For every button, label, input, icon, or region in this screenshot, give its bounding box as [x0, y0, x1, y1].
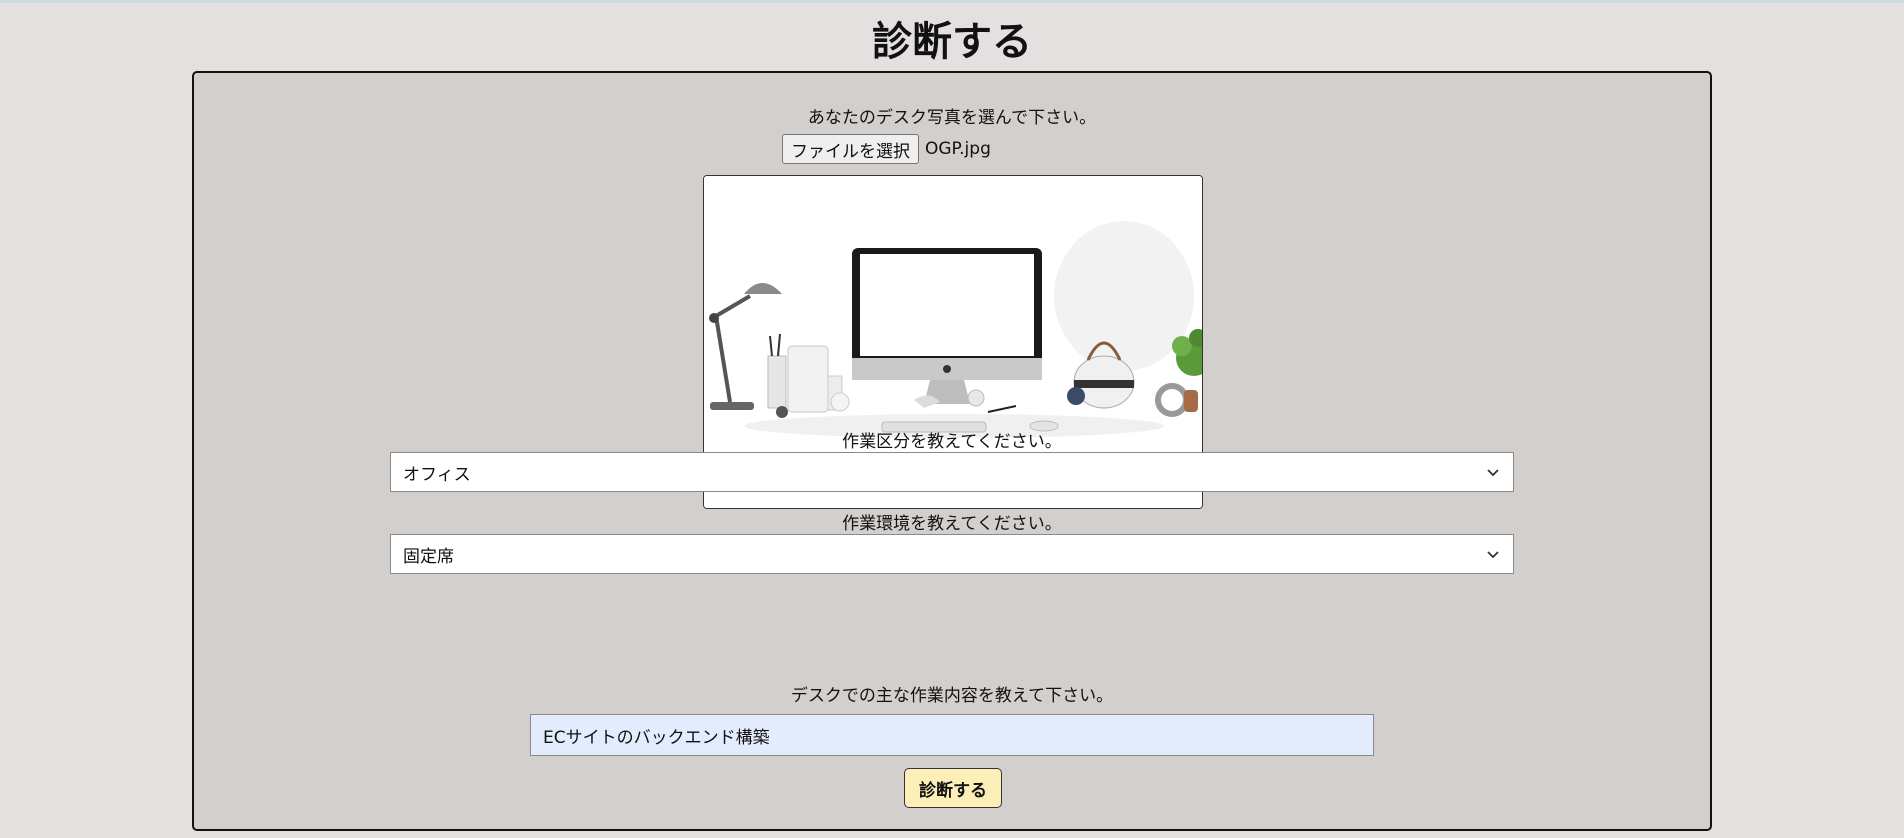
diagnose-button[interactable]: 診断する — [904, 768, 1002, 808]
environment-select[interactable]: 固定席 — [390, 534, 1514, 574]
work-type-select[interactable]: オフィス — [390, 452, 1514, 492]
photo-label: あなたのデスク写真を選んで下さい。 — [807, 108, 1097, 128]
task-label: デスクでの主な作業内容を教えて下さい。 — [790, 686, 1114, 706]
chevron-down-icon — [1487, 551, 1499, 559]
page-title: 診断する — [872, 19, 1032, 65]
choose-file-button[interactable]: ファイルを選択 — [782, 134, 919, 164]
environment-label: 作業環境を教えてください。 — [842, 514, 1062, 534]
environment-value: 固定席 — [403, 546, 454, 567]
top-border — [0, 0, 1904, 3]
work-type-value: オフィス — [403, 464, 471, 485]
file-picker: ファイルを選択 OGP.jpg — [782, 134, 991, 164]
task-input[interactable]: ECサイトのバックエンド構築 — [530, 714, 1374, 756]
selected-file-name: OGP.jpg — [925, 139, 991, 159]
work-type-label: 作業区分を教えてください。 — [842, 432, 1062, 452]
diagnosis-form: あなたのデスク写真を選んで下さい。 ファイルを選択 OGP.jpg 作業区分を教… — [192, 71, 1712, 831]
task-input-value: ECサイトのバックエンド構築 — [543, 727, 770, 748]
chevron-down-icon — [1487, 469, 1499, 477]
